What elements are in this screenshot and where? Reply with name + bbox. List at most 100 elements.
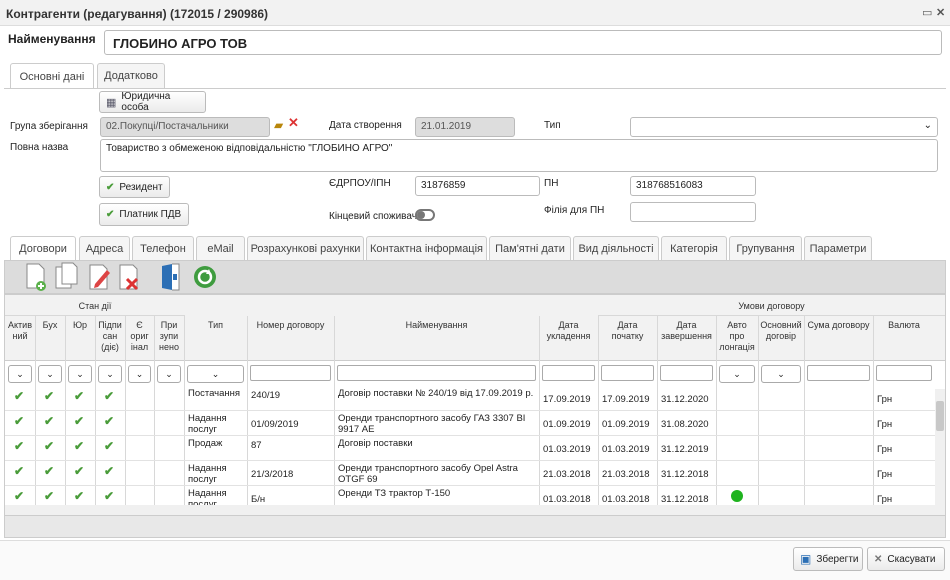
header-line: Сума договору — [807, 320, 870, 330]
column-header-date-start[interactable]: Дата початку — [598, 320, 657, 342]
filter-select-main-contract[interactable]: ⌄ — [761, 365, 801, 383]
filter-input-date-signed[interactable] — [542, 365, 595, 381]
tab-additional[interactable]: Додатково — [97, 63, 165, 88]
edit-document-icon[interactable] — [87, 262, 113, 292]
tab-activity-type[interactable]: Вид діяльності — [573, 236, 659, 260]
maximize-icon[interactable]: ▭ — [922, 6, 932, 19]
header-line: договір — [765, 331, 797, 341]
column-header-sum[interactable]: Сума договору — [804, 320, 873, 331]
scroll-thumb[interactable] — [936, 401, 944, 431]
cell-number: 240/19 — [251, 390, 281, 401]
column-header-original[interactable]: Єориг інал — [125, 320, 154, 353]
cell-date-end: 31.08.2020 — [661, 419, 709, 430]
filter-select-signed[interactable]: ⌄ — [98, 365, 122, 383]
cell-type: Надання — [188, 488, 227, 499]
tab-bank-accounts[interactable]: Розрахункові рахунки — [247, 236, 364, 260]
edrpou-input[interactable]: 31876859 — [415, 176, 540, 196]
filter-input-number[interactable] — [250, 365, 331, 381]
delete-document-icon[interactable] — [117, 262, 143, 292]
column-header-date-end[interactable]: Дата завершення — [657, 320, 716, 342]
filter-select-buh[interactable]: ⌄ — [38, 365, 62, 383]
table-row[interactable]: ✔ ✔ ✔ ✔ Продаж 87 Договір поставки 01.03.2019 01… — [5, 436, 935, 461]
refresh-icon[interactable] — [192, 262, 218, 292]
tab-contracts[interactable]: Договори — [10, 236, 76, 261]
tab-email[interactable]: eMail — [196, 236, 245, 260]
fullname-textarea[interactable]: Товариство з обмеженою відповідальністю … — [100, 139, 938, 172]
document-info-icon[interactable] — [158, 262, 184, 292]
column-header-suspended[interactable]: При зупи нено — [154, 320, 184, 353]
pn-input[interactable]: 318768516083 — [630, 176, 756, 196]
cell-currency: Грн — [877, 394, 893, 405]
horizontal-scrollbar[interactable] — [5, 505, 945, 515]
column-header-buh[interactable]: Бух — [35, 320, 65, 331]
tab-contact-info[interactable]: Контактна інформація — [366, 236, 487, 260]
cancel-button[interactable]: ✕ Скасувати — [867, 547, 945, 571]
cell-date-signed: 01.09.2019 — [543, 419, 591, 430]
save-icon: ▣ — [800, 552, 812, 566]
tab-label: Адреса — [85, 242, 124, 255]
table-row[interactable]: ✔ ✔ ✔ ✔ Постачання 240/19 Договір поставки № 2… — [5, 386, 935, 411]
check-icon: ✔ — [104, 414, 115, 428]
consumer-toggle[interactable] — [415, 209, 435, 221]
vertical-scrollbar[interactable] — [935, 389, 945, 505]
header-line: початку — [611, 331, 644, 341]
table-row[interactable]: ✔ ✔ ✔ ✔ Надання послуг 01/09/2019 Оренди трансп… — [5, 411, 935, 436]
column-header-date-signed[interactable]: Дата укладення — [539, 320, 598, 342]
clear-icon[interactable]: ✕ — [288, 115, 299, 131]
copy-document-icon[interactable] — [54, 262, 80, 292]
header-line: нено — [159, 342, 179, 352]
tab-address[interactable]: Адреса — [79, 236, 130, 260]
column-header-name[interactable]: Найменування — [334, 320, 539, 331]
column-header-signed[interactable]: Підпи сан (діє) — [95, 320, 125, 353]
filter-select-autoprolong[interactable]: ⌄ — [719, 365, 755, 383]
branch-input[interactable] — [630, 202, 756, 222]
filter-input-date-end[interactable] — [660, 365, 713, 381]
folder-icon[interactable]: ▰ — [274, 118, 283, 132]
check-icon: ✔ — [14, 389, 25, 403]
tab-label: Додатково — [104, 70, 158, 82]
tab-parameters[interactable]: Параметри — [804, 236, 872, 260]
check-icon: ✔ — [106, 209, 115, 220]
filter-input-name[interactable] — [337, 365, 536, 381]
tab-memorable-dates[interactable]: Пам'ятні дати — [489, 236, 571, 260]
filter-select-active[interactable]: ⌄ — [8, 365, 32, 383]
legal-entity-button[interactable]: ▦ Юридична особа — [99, 91, 206, 113]
name-input[interactable]: ГЛОБИНО АГРО ТОВ — [104, 30, 942, 55]
type-select[interactable]: ⌄ — [630, 117, 938, 137]
filter-select-type[interactable]: ⌄ — [187, 365, 244, 383]
save-button[interactable]: ▣ Зберегти — [793, 547, 863, 571]
column-header-number[interactable]: Номер договору — [247, 320, 334, 331]
check-icon: ✔ — [104, 439, 115, 453]
column-header-currency[interactable]: Валюта — [873, 320, 935, 331]
group-field[interactable]: 02.Покупці/Постачальники — [100, 117, 270, 137]
column-header-autoprolong[interactable]: Авто про лонгація — [716, 320, 758, 353]
filter-input-sum[interactable] — [807, 365, 870, 381]
filter-input-date-start[interactable] — [601, 365, 654, 381]
column-header-main-contract[interactable]: Основний договір — [758, 320, 804, 342]
tab-grouping[interactable]: Групування — [729, 236, 802, 260]
check-icon: ✔ — [14, 414, 25, 428]
vat-payer-button[interactable]: ✔ Платник ПДВ — [99, 203, 189, 226]
tab-label: Розрахункові рахунки — [250, 242, 361, 255]
filter-select-original[interactable]: ⌄ — [128, 365, 151, 383]
tab-main-data[interactable]: Основні дані — [10, 63, 94, 89]
table-row[interactable]: ✔ ✔ ✔ ✔ Надання послуг 21/3/2018 Оренди транспо… — [5, 461, 935, 486]
cell-date-start: 21.03.2018 — [602, 469, 650, 480]
cell-number: 87 — [251, 440, 262, 451]
resident-button[interactable]: ✔ Резидент — [99, 176, 170, 198]
created-field: 21.01.2019 — [415, 117, 515, 137]
add-document-icon[interactable] — [24, 262, 50, 292]
filter-select-suspended[interactable]: ⌄ — [157, 365, 181, 383]
filter-select-yur[interactable]: ⌄ — [68, 365, 92, 383]
column-header-type[interactable]: Тип — [184, 320, 247, 331]
tab-phone[interactable]: Телефон — [132, 236, 194, 260]
header-line: інал — [130, 342, 149, 352]
header-line: укладення — [546, 331, 591, 341]
close-icon[interactable]: ✕ — [936, 6, 945, 19]
column-header-active[interactable]: Актив ний — [5, 320, 35, 342]
column-header-yur[interactable]: Юр — [65, 320, 95, 331]
filter-input-currency[interactable] — [876, 365, 932, 381]
tab-category[interactable]: Категорія — [661, 236, 727, 260]
header-line: Валюта — [888, 320, 920, 330]
check-icon: ✔ — [44, 464, 55, 478]
